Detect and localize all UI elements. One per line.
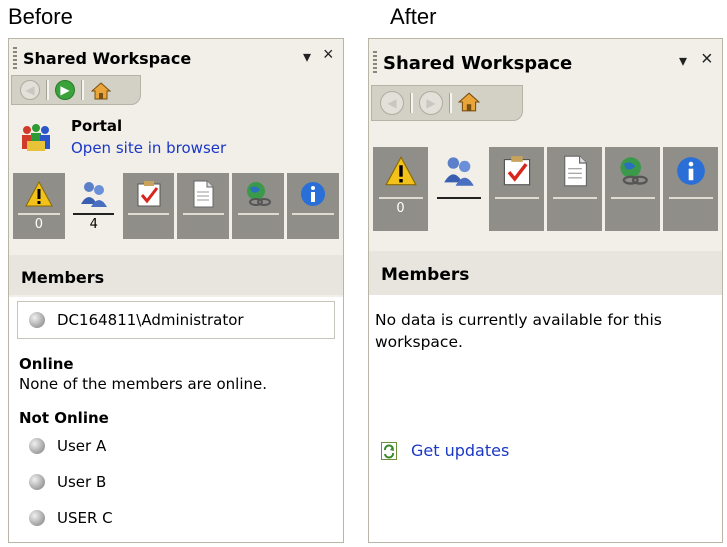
navigation-bar: ◀ ▶ [11,75,141,105]
before-pane: Shared Workspace ▾ × ◀ ▶ Portal Open sit… [8,38,344,543]
tab-documents[interactable] [177,173,230,239]
no-data-message-line2: workspace. [375,333,463,351]
members-section-header: Members [9,255,343,295]
tab-warnings[interactable]: 0 [373,147,428,231]
close-icon[interactable]: × [701,48,713,71]
forward-icon[interactable]: ▶ [55,80,75,100]
tab-tasks[interactable] [122,173,175,239]
tab-count: 0 [396,201,405,216]
tab-tasks[interactable] [489,147,544,231]
nav-separator [410,93,413,113]
not-online-heading: Not Online [19,409,109,427]
member-item-user-b[interactable]: User B [29,473,106,491]
tab-info[interactable] [287,173,339,239]
before-caption: Before [8,4,73,29]
get-updates-link[interactable]: Get updates [381,441,509,460]
tab-count: 4 [89,217,98,232]
tab-members[interactable] [431,147,486,231]
links-icon [615,153,651,189]
documents-icon [188,179,218,209]
members-heading: Members [381,265,470,285]
portal-name: Portal [71,117,123,135]
no-data-message-line1: No data is currently available for this [375,311,662,329]
warning-icon [383,153,419,189]
warning-icon [24,179,54,209]
members-section-header: Members [369,251,722,295]
drag-grip-icon[interactable] [373,51,377,75]
pane-titlebar: Shared Workspace ▾ × [369,39,722,79]
tab-count: 0 [34,217,44,232]
documents-icon [557,153,593,189]
drag-grip-icon[interactable] [13,47,17,71]
back-icon[interactable]: ◀ [380,91,404,115]
member-name: USER C [57,509,113,527]
member-item-user-c[interactable]: USER C [29,509,113,527]
tab-strip: 0 [373,147,718,231]
online-status-text: None of the members are online. [19,375,268,393]
portal-people-icon [19,123,50,151]
after-caption: After [390,4,437,29]
member-name: User A [57,437,107,455]
members-icon [79,179,109,209]
refresh-icon [381,441,397,460]
nav-separator [449,93,452,113]
tab-info[interactable] [663,147,718,231]
tab-members[interactable]: 4 [67,173,120,239]
nav-separator [81,80,84,100]
tab-documents[interactable] [547,147,602,231]
tab-links[interactable] [232,173,285,239]
tab-strip: 0 4 [13,173,339,239]
members-list: DC164811\Administrator Online None of th… [9,297,343,542]
navigation-bar: ◀ ▶ [371,85,523,121]
forward-icon[interactable]: ▶ [419,91,443,115]
links-icon [243,179,273,209]
tasks-icon [499,153,535,189]
home-icon[interactable] [458,92,480,114]
members-content: No data is currently available for this … [369,295,722,542]
tab-warnings[interactable]: 0 [13,173,65,239]
member-item-current[interactable]: DC164811\Administrator [29,311,244,329]
members-heading: Members [21,268,105,287]
get-updates-label: Get updates [411,441,510,460]
presence-icon [29,438,45,454]
presence-icon [29,510,45,526]
open-site-link[interactable]: Open site in browser [71,139,226,157]
nav-separator [46,80,49,100]
tasks-icon [134,179,164,209]
pane-title: Shared Workspace [23,49,192,68]
dropdown-arrow-icon[interactable]: ▾ [679,51,687,71]
member-name: DC164811\Administrator [57,311,244,329]
online-heading: Online [19,355,74,373]
close-icon[interactable]: × [323,44,334,65]
pane-title: Shared Workspace [383,53,573,74]
pane-titlebar: Shared Workspace ▾ × [9,39,343,79]
member-name: User B [57,473,107,491]
presence-icon [29,474,45,490]
back-icon[interactable]: ◀ [20,80,40,100]
info-icon [298,179,328,209]
dropdown-arrow-icon[interactable]: ▾ [303,47,311,67]
members-icon [441,153,477,189]
info-icon [673,153,709,189]
member-item-user-a[interactable]: User A [29,437,106,455]
tab-links[interactable] [605,147,660,231]
after-pane: Shared Workspace ▾ × ◀ ▶ 0 Members No da… [368,38,723,543]
presence-icon [29,312,45,328]
home-icon[interactable] [90,79,112,101]
